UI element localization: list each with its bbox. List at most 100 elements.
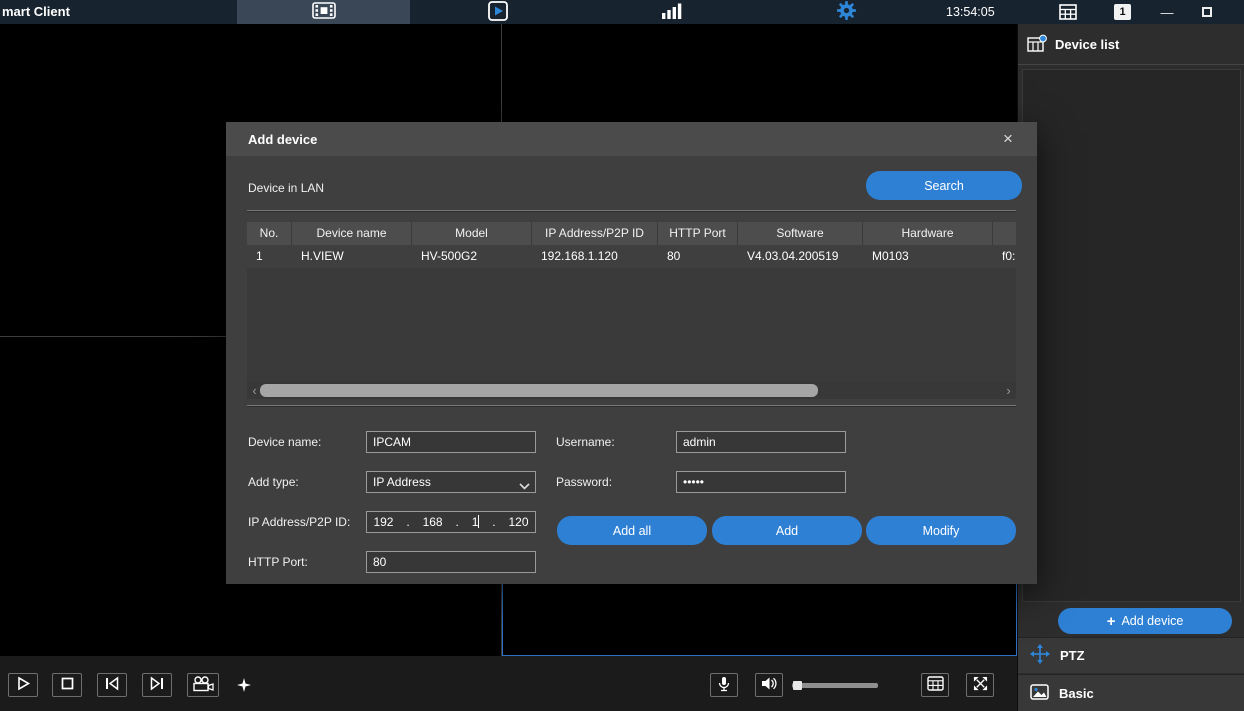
ip-address-label: IP Address/P2P ID: [248, 511, 350, 533]
device-in-lan-label: Device in LAN [248, 177, 324, 199]
maximize-icon [1202, 7, 1212, 17]
separator [247, 405, 1016, 407]
column-header-software: Software [738, 222, 863, 245]
password-input[interactable] [676, 471, 846, 493]
device-list-panel[interactable] [1022, 69, 1241, 602]
event-badge-icon[interactable]: 1 [1114, 4, 1131, 20]
search-button[interactable]: Search [866, 171, 1022, 200]
cell-device-name: H.VIEW [292, 245, 412, 268]
close-icon[interactable]: × [997, 128, 1019, 150]
chevron-down-icon [519, 479, 530, 493]
password-label: Password: [556, 471, 612, 493]
microphone-icon [718, 676, 730, 695]
play-button[interactable] [8, 673, 38, 697]
ip-octet-1: 192 [373, 515, 393, 529]
ptz-icon [1030, 644, 1050, 667]
cell-model: HV-500G2 [412, 245, 532, 268]
volume-slider-thumb[interactable] [793, 681, 802, 690]
ip-octet-4: 120 [508, 515, 528, 529]
column-header-http-port: HTTP Port [658, 222, 738, 245]
tab-statistics[interactable] [655, 0, 689, 24]
column-header-model: Model [412, 222, 532, 245]
username-label: Username: [556, 431, 615, 453]
tab-live-view[interactable] [237, 0, 410, 24]
add-type-select[interactable]: IP Address [366, 471, 536, 493]
layout-grid-icon[interactable] [1059, 4, 1077, 23]
device-list-title: Device list [1055, 37, 1119, 52]
table-empty-area [247, 268, 1016, 382]
device-name-input[interactable] [366, 431, 536, 453]
playback-toolbar [0, 656, 1017, 711]
search-button-label: Search [924, 179, 964, 193]
dialog-title-bar[interactable]: Add device [226, 122, 1037, 156]
column-header-no: No. [247, 222, 292, 245]
ip-address-input[interactable]: 192 . 168 . 1 . 120 [366, 511, 536, 533]
device-name-label: Device name: [248, 431, 321, 453]
film-strip-icon [312, 2, 336, 22]
column-header-hardware: Hardware [863, 222, 993, 245]
fullscreen-button[interactable] [966, 673, 994, 697]
image-icon [1030, 684, 1049, 703]
microphone-button[interactable] [710, 673, 738, 697]
play-icon [15, 676, 31, 694]
scrollbar-thumb[interactable] [260, 384, 818, 397]
clock: 13:54:05 [946, 0, 995, 24]
skip-forward-icon [149, 676, 165, 694]
tab-playback[interactable] [481, 0, 515, 24]
add-button-label: Add [776, 524, 798, 538]
ip-dot: . [492, 515, 495, 529]
keypad-grid-icon [927, 676, 944, 694]
speaker-button[interactable] [755, 673, 783, 697]
column-header-extra [993, 222, 1016, 245]
sidebar-section-ptz[interactable]: PTZ [1018, 637, 1244, 673]
scroll-right-arrow[interactable]: › [1001, 382, 1016, 399]
add-all-button[interactable]: Add all [557, 516, 707, 545]
plus-icon: + [1107, 614, 1116, 629]
stop-icon [61, 677, 74, 693]
add-button[interactable]: Add [712, 516, 862, 545]
record-button[interactable] [187, 673, 219, 697]
app-title: mart Client [2, 0, 70, 24]
add-all-button-label: Add all [613, 524, 651, 538]
text-caret [478, 515, 479, 528]
tab-settings[interactable] [829, 0, 863, 24]
ip-octet-2: 168 [423, 515, 443, 529]
cell-no: 1 [247, 245, 292, 268]
cell-software: V4.03.04.200519 [738, 245, 863, 268]
fullscreen-icon [973, 676, 988, 694]
sidebar-section-basic[interactable]: Basic [1018, 674, 1244, 711]
device-list-header: Device list [1018, 24, 1244, 65]
previous-frame-button[interactable] [97, 673, 127, 697]
volume-slider[interactable] [792, 683, 878, 688]
table-row[interactable]: 1 H.VIEW HV-500G2 192.168.1.120 80 V4.03… [247, 245, 1016, 268]
cell-http-port: 80 [658, 245, 738, 268]
horizontal-scrollbar[interactable]: ‹ › [247, 382, 1016, 399]
brightness-icon[interactable] [236, 677, 252, 696]
cell-ip: 192.168.1.120 [532, 245, 658, 268]
basic-label: Basic [1059, 686, 1094, 701]
ptz-label: PTZ [1060, 648, 1085, 663]
speaker-icon [761, 676, 778, 694]
camera-icon [192, 676, 214, 695]
gear-icon [836, 0, 857, 24]
grid-layout-button[interactable] [921, 673, 949, 697]
add-device-dialog: Add device × Device in LAN Search No. De… [226, 122, 1037, 584]
add-type-label: Add type: [248, 471, 299, 493]
lan-device-table: No. Device name Model IP Address/P2P ID … [247, 222, 1016, 268]
add-device-button[interactable]: + Add device [1058, 608, 1232, 634]
next-frame-button[interactable] [142, 673, 172, 697]
stop-button[interactable] [52, 673, 82, 697]
cell-extra: f0:2 [993, 245, 1016, 268]
cell-hardware: M0103 [863, 245, 993, 268]
column-header-ip: IP Address/P2P ID [532, 222, 658, 245]
device-list-icon [1027, 34, 1047, 55]
modify-button[interactable]: Modify [866, 516, 1016, 545]
separator [247, 210, 1016, 212]
title-bar: mart Client [0, 0, 1244, 24]
maximize-button[interactable] [1196, 0, 1218, 24]
minimize-button[interactable]: — [1156, 0, 1178, 24]
username-input[interactable] [676, 431, 846, 453]
ip-dot: . [455, 515, 458, 529]
http-port-input[interactable] [366, 551, 536, 573]
ip-dot: . [406, 515, 409, 529]
